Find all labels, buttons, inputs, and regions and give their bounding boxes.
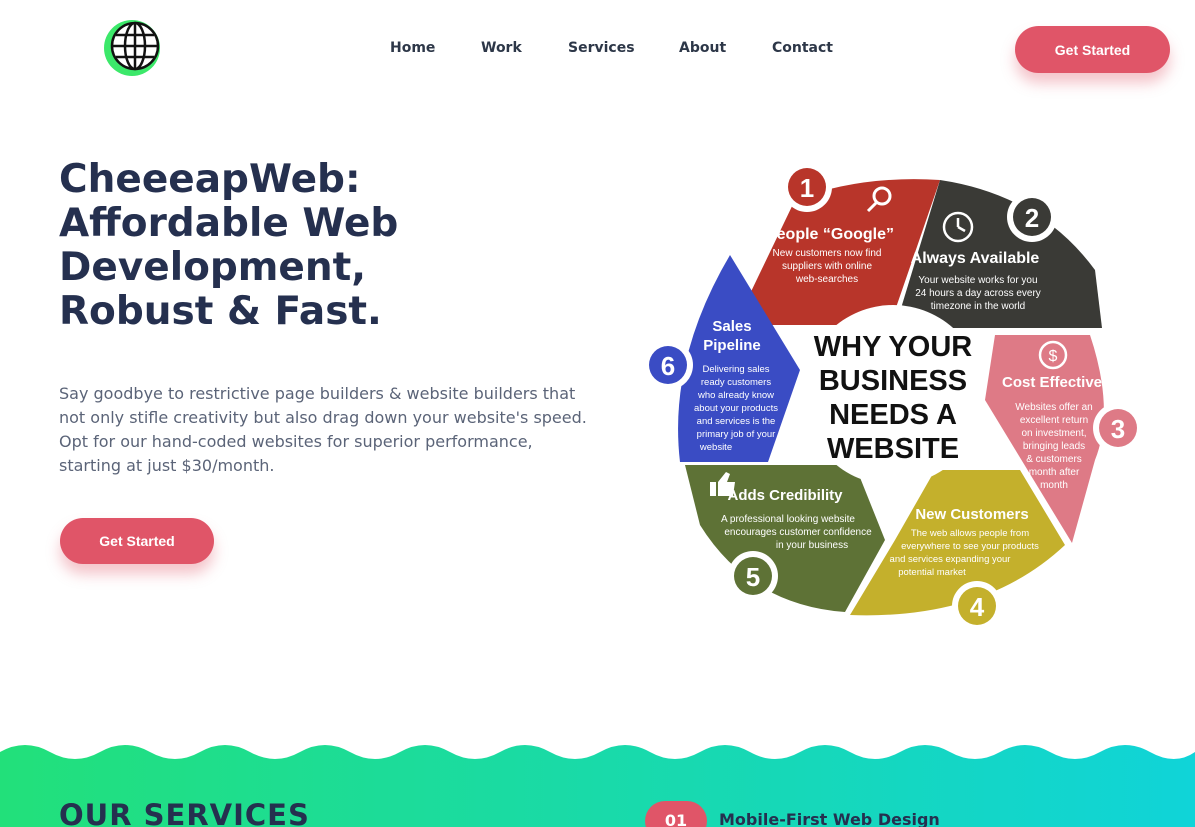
- svg-text:Always Available: Always Available: [911, 250, 1040, 267]
- svg-text:5: 5: [746, 562, 760, 592]
- badge-2: 2: [1007, 192, 1057, 242]
- svg-text:A professional looking website: A professional looking website: [721, 514, 855, 525]
- svg-text:4: 4: [970, 592, 985, 622]
- hero-description: Say goodbye to restrictive page builders…: [59, 384, 587, 475]
- badge-3: 3: [1093, 403, 1143, 453]
- svg-text:in your business: in your business: [776, 540, 848, 551]
- svg-text:2: 2: [1025, 203, 1039, 233]
- service-number-badge: 01: [645, 801, 707, 827]
- svg-text:& customers: & customers: [1026, 454, 1082, 465]
- svg-text:excellent return: excellent return: [1020, 415, 1088, 426]
- svg-text:timezone in the world: timezone in the world: [931, 301, 1026, 312]
- svg-text:Pipeline: Pipeline: [703, 337, 761, 354]
- svg-text:potential market: potential market: [898, 567, 966, 578]
- svg-text:People “Google”: People “Google”: [766, 226, 894, 243]
- center-text: WHY YOUR: [814, 331, 973, 363]
- svg-text:Cost Effective: Cost Effective: [1002, 374, 1102, 391]
- badge-6: 6: [643, 340, 693, 390]
- svg-text:Delivering sales: Delivering sales: [702, 364, 769, 375]
- svg-text:bringing leads: bringing leads: [1023, 441, 1085, 452]
- why-website-infographic: WHY YOUR BUSINESS NEEDS A WEBSITE 1 2 3 …: [640, 160, 1145, 635]
- globe-icon[interactable]: [103, 19, 161, 77]
- svg-text:about your products: about your products: [694, 403, 778, 414]
- hero-title: CheeeapWeb: Affordable Web Development, …: [59, 158, 579, 334]
- svg-text:New customers now find: New customers now find: [773, 248, 882, 259]
- hero-title-line: Affordable Web: [59, 201, 399, 246]
- svg-text:website: website: [699, 442, 732, 453]
- site-header: Home Work Services About Contact Get Sta…: [0, 0, 1195, 98]
- svg-text:and services expanding your: and services expanding your: [890, 554, 1011, 565]
- svg-text:24 hours a day across every: 24 hours a day across every: [915, 288, 1041, 299]
- svg-text:The web allows people from: The web allows people from: [911, 528, 1029, 539]
- svg-text:6: 6: [661, 351, 675, 381]
- svg-text:Adds Credibility: Adds Credibility: [727, 487, 843, 504]
- svg-text:Sales: Sales: [712, 318, 751, 335]
- svg-text:month: month: [1040, 480, 1068, 491]
- svg-text:Websites offer an: Websites offer an: [1015, 402, 1092, 413]
- hero-title-line: Robust & Fast.: [59, 289, 382, 334]
- svg-text:who already know: who already know: [697, 390, 774, 401]
- svg-text:encourages customer confidence: encourages customer confidence: [724, 527, 872, 538]
- svg-text:1: 1: [800, 173, 814, 203]
- nav-contact[interactable]: Contact: [772, 40, 833, 56]
- svg-text:on investment,: on investment,: [1021, 428, 1086, 439]
- center-text: BUSINESS: [819, 365, 967, 397]
- center-text: WEBSITE: [827, 433, 959, 465]
- svg-text:ready customers: ready customers: [701, 377, 771, 388]
- svg-text:month after: month after: [1029, 467, 1080, 478]
- service-item-label[interactable]: Mobile-First Web Design: [719, 810, 940, 827]
- nav-about[interactable]: About: [679, 40, 726, 56]
- services-title: OUR SERVICES: [59, 798, 310, 827]
- svg-text:3: 3: [1111, 414, 1125, 444]
- hero-title-line: Development,: [59, 245, 367, 290]
- svg-text:everywhere to see your product: everywhere to see your products: [901, 541, 1039, 552]
- header-get-started-button[interactable]: Get Started: [1015, 26, 1170, 73]
- svg-text:Your website works for you: Your website works for you: [918, 275, 1037, 286]
- center-text: NEEDS A: [829, 399, 957, 431]
- svg-text:web-searches: web-searches: [795, 274, 858, 285]
- hero-title-line: CheeeapWeb:: [59, 157, 361, 202]
- badge-4: 4: [952, 581, 1002, 631]
- svg-text:suppliers with online: suppliers with online: [782, 261, 872, 272]
- svg-text:New Customers: New Customers: [915, 506, 1028, 523]
- nav-services[interactable]: Services: [568, 40, 635, 56]
- nav-work[interactable]: Work: [481, 40, 522, 56]
- badge-5: 5: [728, 551, 778, 601]
- svg-text:$: $: [1049, 348, 1058, 365]
- svg-text:primary job of your: primary job of your: [697, 429, 776, 440]
- badge-1: 1: [782, 162, 832, 212]
- nav-home[interactable]: Home: [390, 40, 435, 56]
- svg-text:and services is the: and services is the: [697, 416, 776, 427]
- hero-get-started-button[interactable]: Get Started: [60, 518, 214, 564]
